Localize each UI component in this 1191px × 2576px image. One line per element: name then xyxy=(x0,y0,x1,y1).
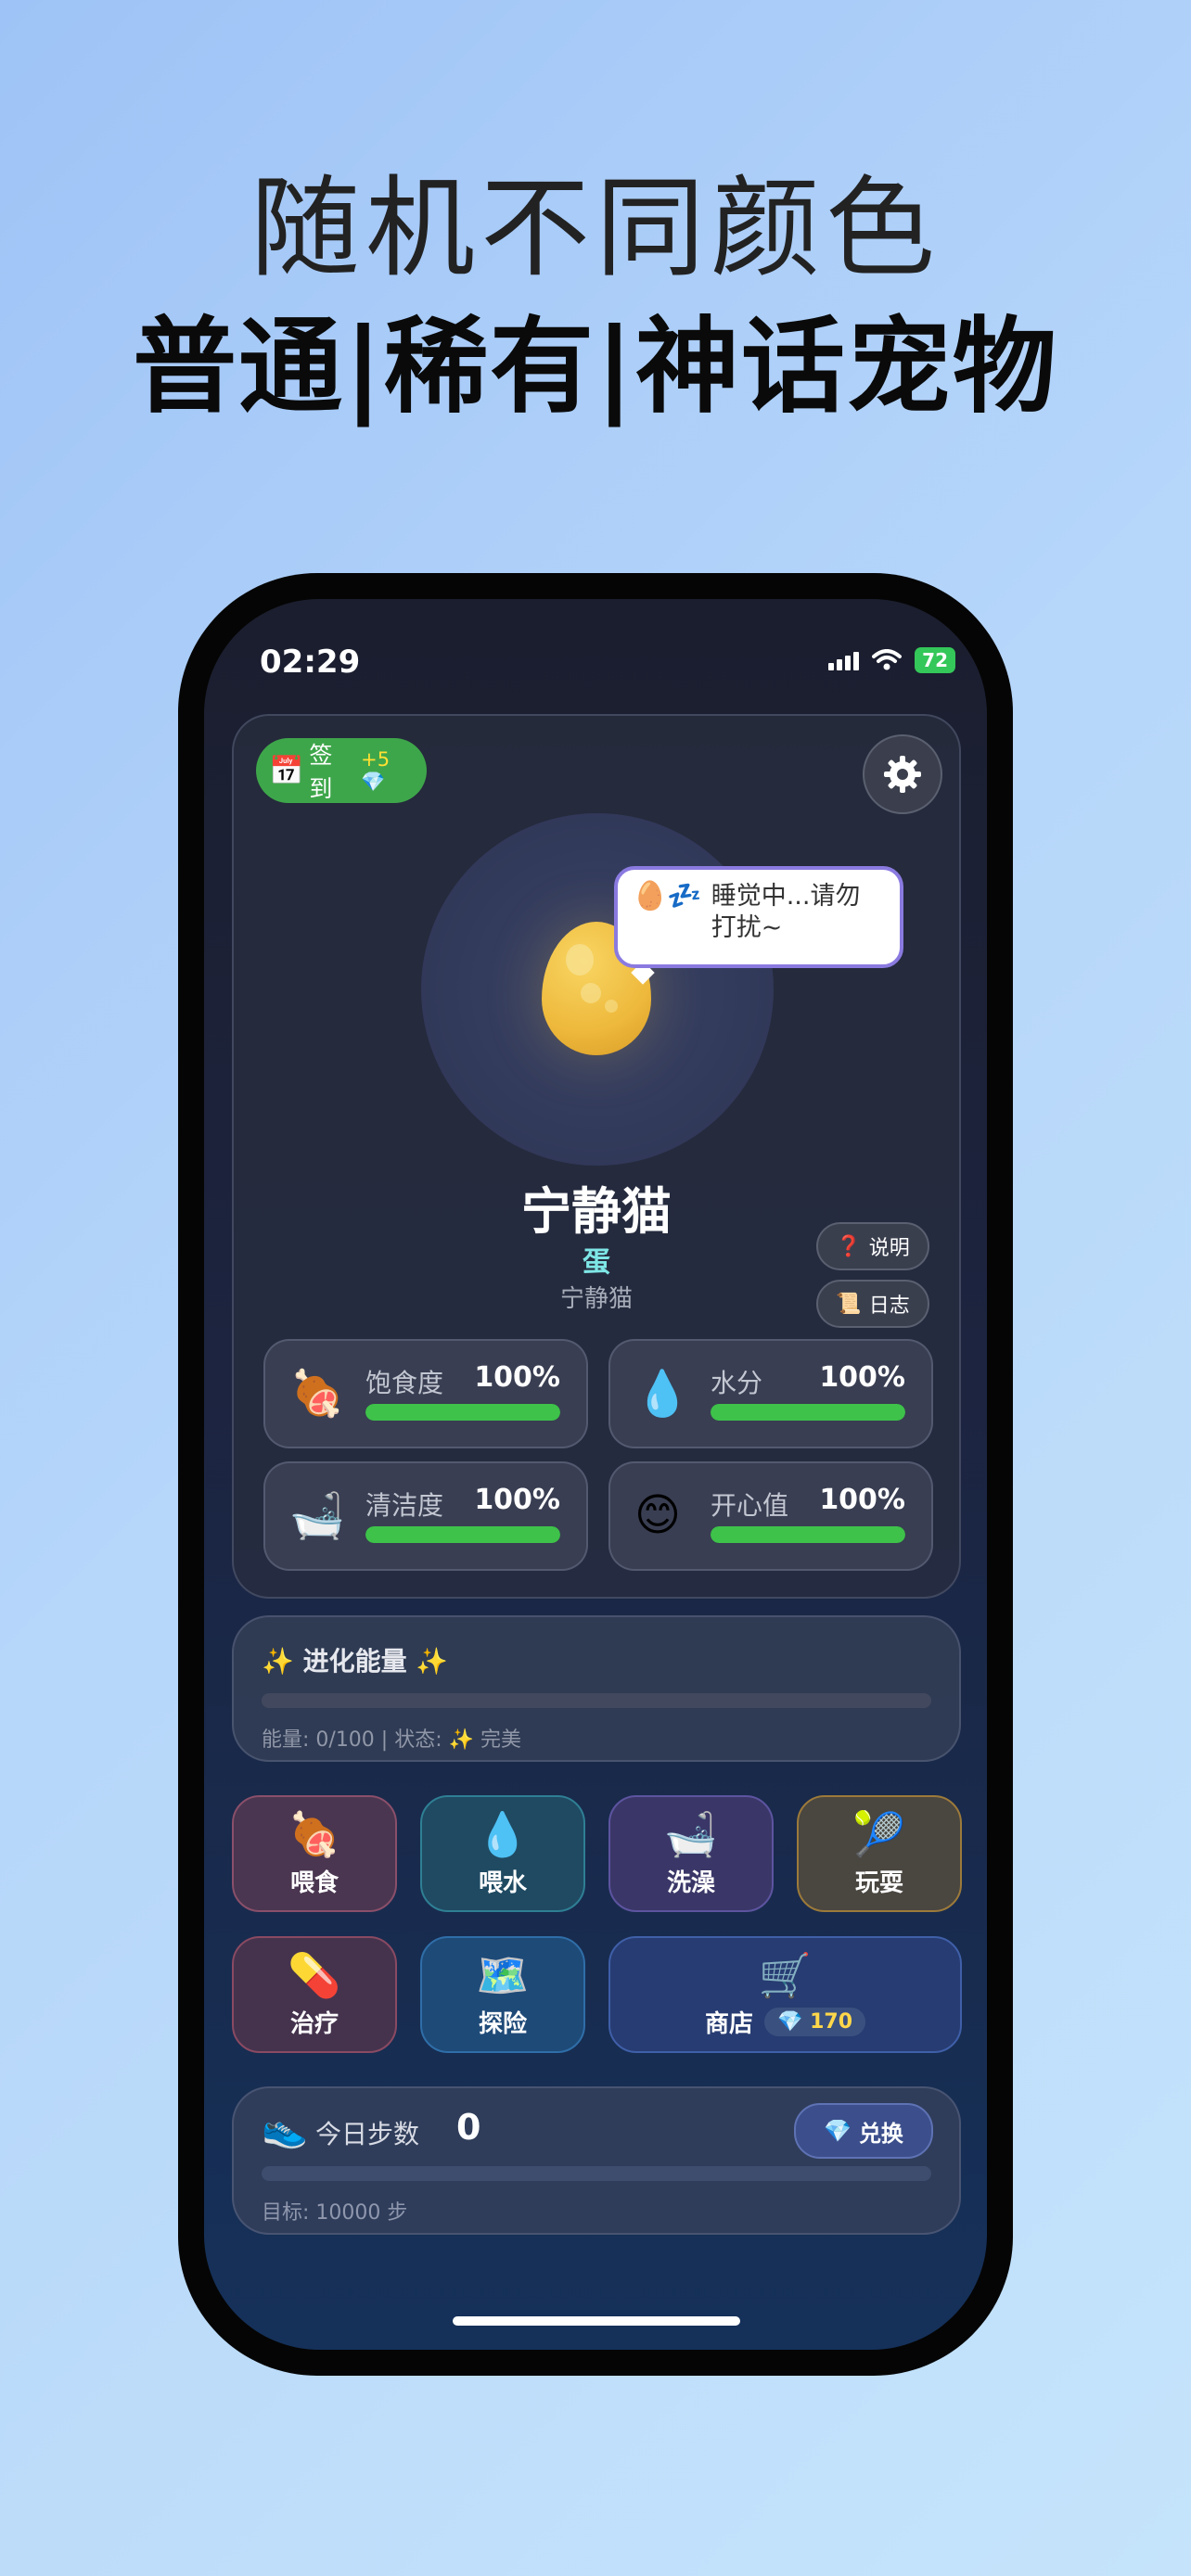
stat-label: 饱食度 xyxy=(365,1368,444,1398)
stat-label: 清洁度 xyxy=(365,1490,444,1521)
gem-icon: 💎 xyxy=(824,2118,852,2144)
checkin-button[interactable]: 📅 签到 +5💎 xyxy=(256,738,427,803)
home-indicator[interactable] xyxy=(453,2316,740,2326)
bath-button[interactable]: 🛁 洗澡 xyxy=(608,1795,774,1912)
heal-button[interactable]: 💊 治疗 xyxy=(232,1936,397,2053)
action-label: 喂食 xyxy=(289,1869,339,1897)
stat-hydration: 💧 水分 100% xyxy=(608,1339,933,1448)
action-label: 治疗 xyxy=(289,2010,339,2038)
steps-card: 👟 今日步数 0 💎 兑换 目标: 10000 步 xyxy=(232,2086,961,2235)
tennis-ball-icon: 🎾 xyxy=(852,1809,906,1859)
evolution-info: 能量: 0/100 | 状态: ✨ 完美 xyxy=(262,1728,521,1752)
evolution-card: ✨ 进化能量 ✨ 能量: 0/100 | 状态: ✨ 完美 xyxy=(232,1615,961,1762)
help-button[interactable]: ❓ 说明 xyxy=(816,1222,929,1270)
meat-icon: 🍖 xyxy=(288,1809,341,1859)
stat-cleanliness: 🛁 清洁度 100% xyxy=(263,1461,588,1571)
exchange-button[interactable]: 💎 兑换 xyxy=(794,2103,933,2159)
action-label: 洗澡 xyxy=(666,1869,715,1897)
action-label: 探险 xyxy=(478,2010,527,2038)
speech-text: 睡觉中...请勿打扰~ xyxy=(711,882,861,942)
settings-button[interactable] xyxy=(863,734,942,814)
feed-button[interactable]: 🍖 喂食 xyxy=(232,1795,397,1912)
meat-icon: 🍖 xyxy=(289,1368,345,1420)
log-label: 日志 xyxy=(868,1294,910,1318)
play-button[interactable]: 🎾 玩耍 xyxy=(797,1795,962,1912)
pet-card: 📅 签到 +5💎 🥚💤 睡觉中...请勿打扰~ 宁静猫 蛋 宁静猫 ❓ 说明 📜… xyxy=(232,714,961,1599)
promo-subheadline: 普通|稀有|神话宠物 xyxy=(133,307,1058,427)
log-button[interactable]: 📜 日志 xyxy=(816,1280,929,1328)
shoe-icon: 👟 xyxy=(262,2108,308,2150)
status-icons: 72 xyxy=(828,647,955,673)
question-icon: ❓ xyxy=(836,1234,862,1258)
stat-label: 开心值 xyxy=(711,1490,789,1521)
stat-bar xyxy=(365,1404,560,1421)
bathtub-icon: 🛁 xyxy=(664,1809,718,1859)
cellular-signal-icon xyxy=(828,650,860,670)
water-button[interactable]: 💧 喂水 xyxy=(420,1795,585,1912)
promo-headline: 随机不同颜色 xyxy=(250,164,941,292)
gem-balance-badge: 💎 170 xyxy=(764,2008,866,2036)
app-screen: 02:29 72 📅 签到 +5💎 🥚💤 睡觉中...请勿打扰~ 宁静猫 蛋 宁… xyxy=(204,599,987,2350)
cart-icon: 🛒 xyxy=(758,1950,813,2000)
stat-value: 100% xyxy=(819,1484,905,1516)
sleep-icon: 🥚💤 xyxy=(633,880,702,912)
evolution-title: ✨ 进化能量 ✨ xyxy=(262,1646,449,1677)
stat-bar xyxy=(365,1526,560,1543)
stat-satiety: 🍖 饱食度 100% xyxy=(263,1339,588,1448)
checkin-reward: +5💎 xyxy=(361,747,391,793)
steps-progress-bar xyxy=(262,2166,931,2181)
action-label: 玩耍 xyxy=(854,1869,903,1897)
gem-icon: 💎 xyxy=(777,2010,803,2034)
scroll-icon: 📜 xyxy=(836,1292,862,1316)
stat-value: 100% xyxy=(474,1361,560,1394)
water-drop-icon: 💧 xyxy=(476,1809,530,1859)
bathtub-icon: 🛁 xyxy=(289,1490,345,1542)
shop-button[interactable]: 🛒 商店 💎 170 xyxy=(608,1936,962,2053)
stat-value: 100% xyxy=(819,1361,905,1394)
help-label: 说明 xyxy=(868,1237,910,1260)
exchange-label: 兑换 xyxy=(858,2120,903,2147)
shop-label: 商店 xyxy=(704,2010,753,2038)
steps-goal: 目标: 10000 步 xyxy=(262,2201,408,2225)
battery-indicator: 72 xyxy=(915,647,955,673)
steps-label: 今日步数 xyxy=(315,2119,420,2149)
status-time: 02:29 xyxy=(260,644,361,681)
stat-value: 100% xyxy=(474,1484,560,1516)
map-icon: 🗺️ xyxy=(476,1950,530,2000)
water-drop-icon: 💧 xyxy=(634,1368,690,1420)
wifi-icon xyxy=(872,649,903,670)
calendar-icon: 📅 xyxy=(269,754,304,787)
pill-icon: 💊 xyxy=(288,1950,341,2000)
stat-bar xyxy=(711,1526,905,1543)
steps-count: 0 xyxy=(456,2107,481,2148)
checkin-label: 签到 xyxy=(309,742,333,802)
speech-bubble: 🥚💤 睡觉中...请勿打扰~ xyxy=(614,866,903,968)
phone-frame: 02:29 72 📅 签到 +5💎 🥚💤 睡觉中...请勿打扰~ 宁静猫 蛋 宁… xyxy=(178,573,1013,2376)
smile-icon: 😊 xyxy=(634,1489,682,1541)
explore-button[interactable]: 🗺️ 探险 xyxy=(420,1936,585,2053)
stat-happiness: 😊 开心值 100% xyxy=(608,1461,933,1571)
stat-bar xyxy=(711,1404,905,1421)
action-label: 喂水 xyxy=(478,1869,527,1897)
gem-count: 170 xyxy=(810,2010,853,2034)
stat-label: 水分 xyxy=(711,1368,763,1398)
evolution-bar xyxy=(262,1693,931,1708)
gear-icon xyxy=(884,756,921,793)
